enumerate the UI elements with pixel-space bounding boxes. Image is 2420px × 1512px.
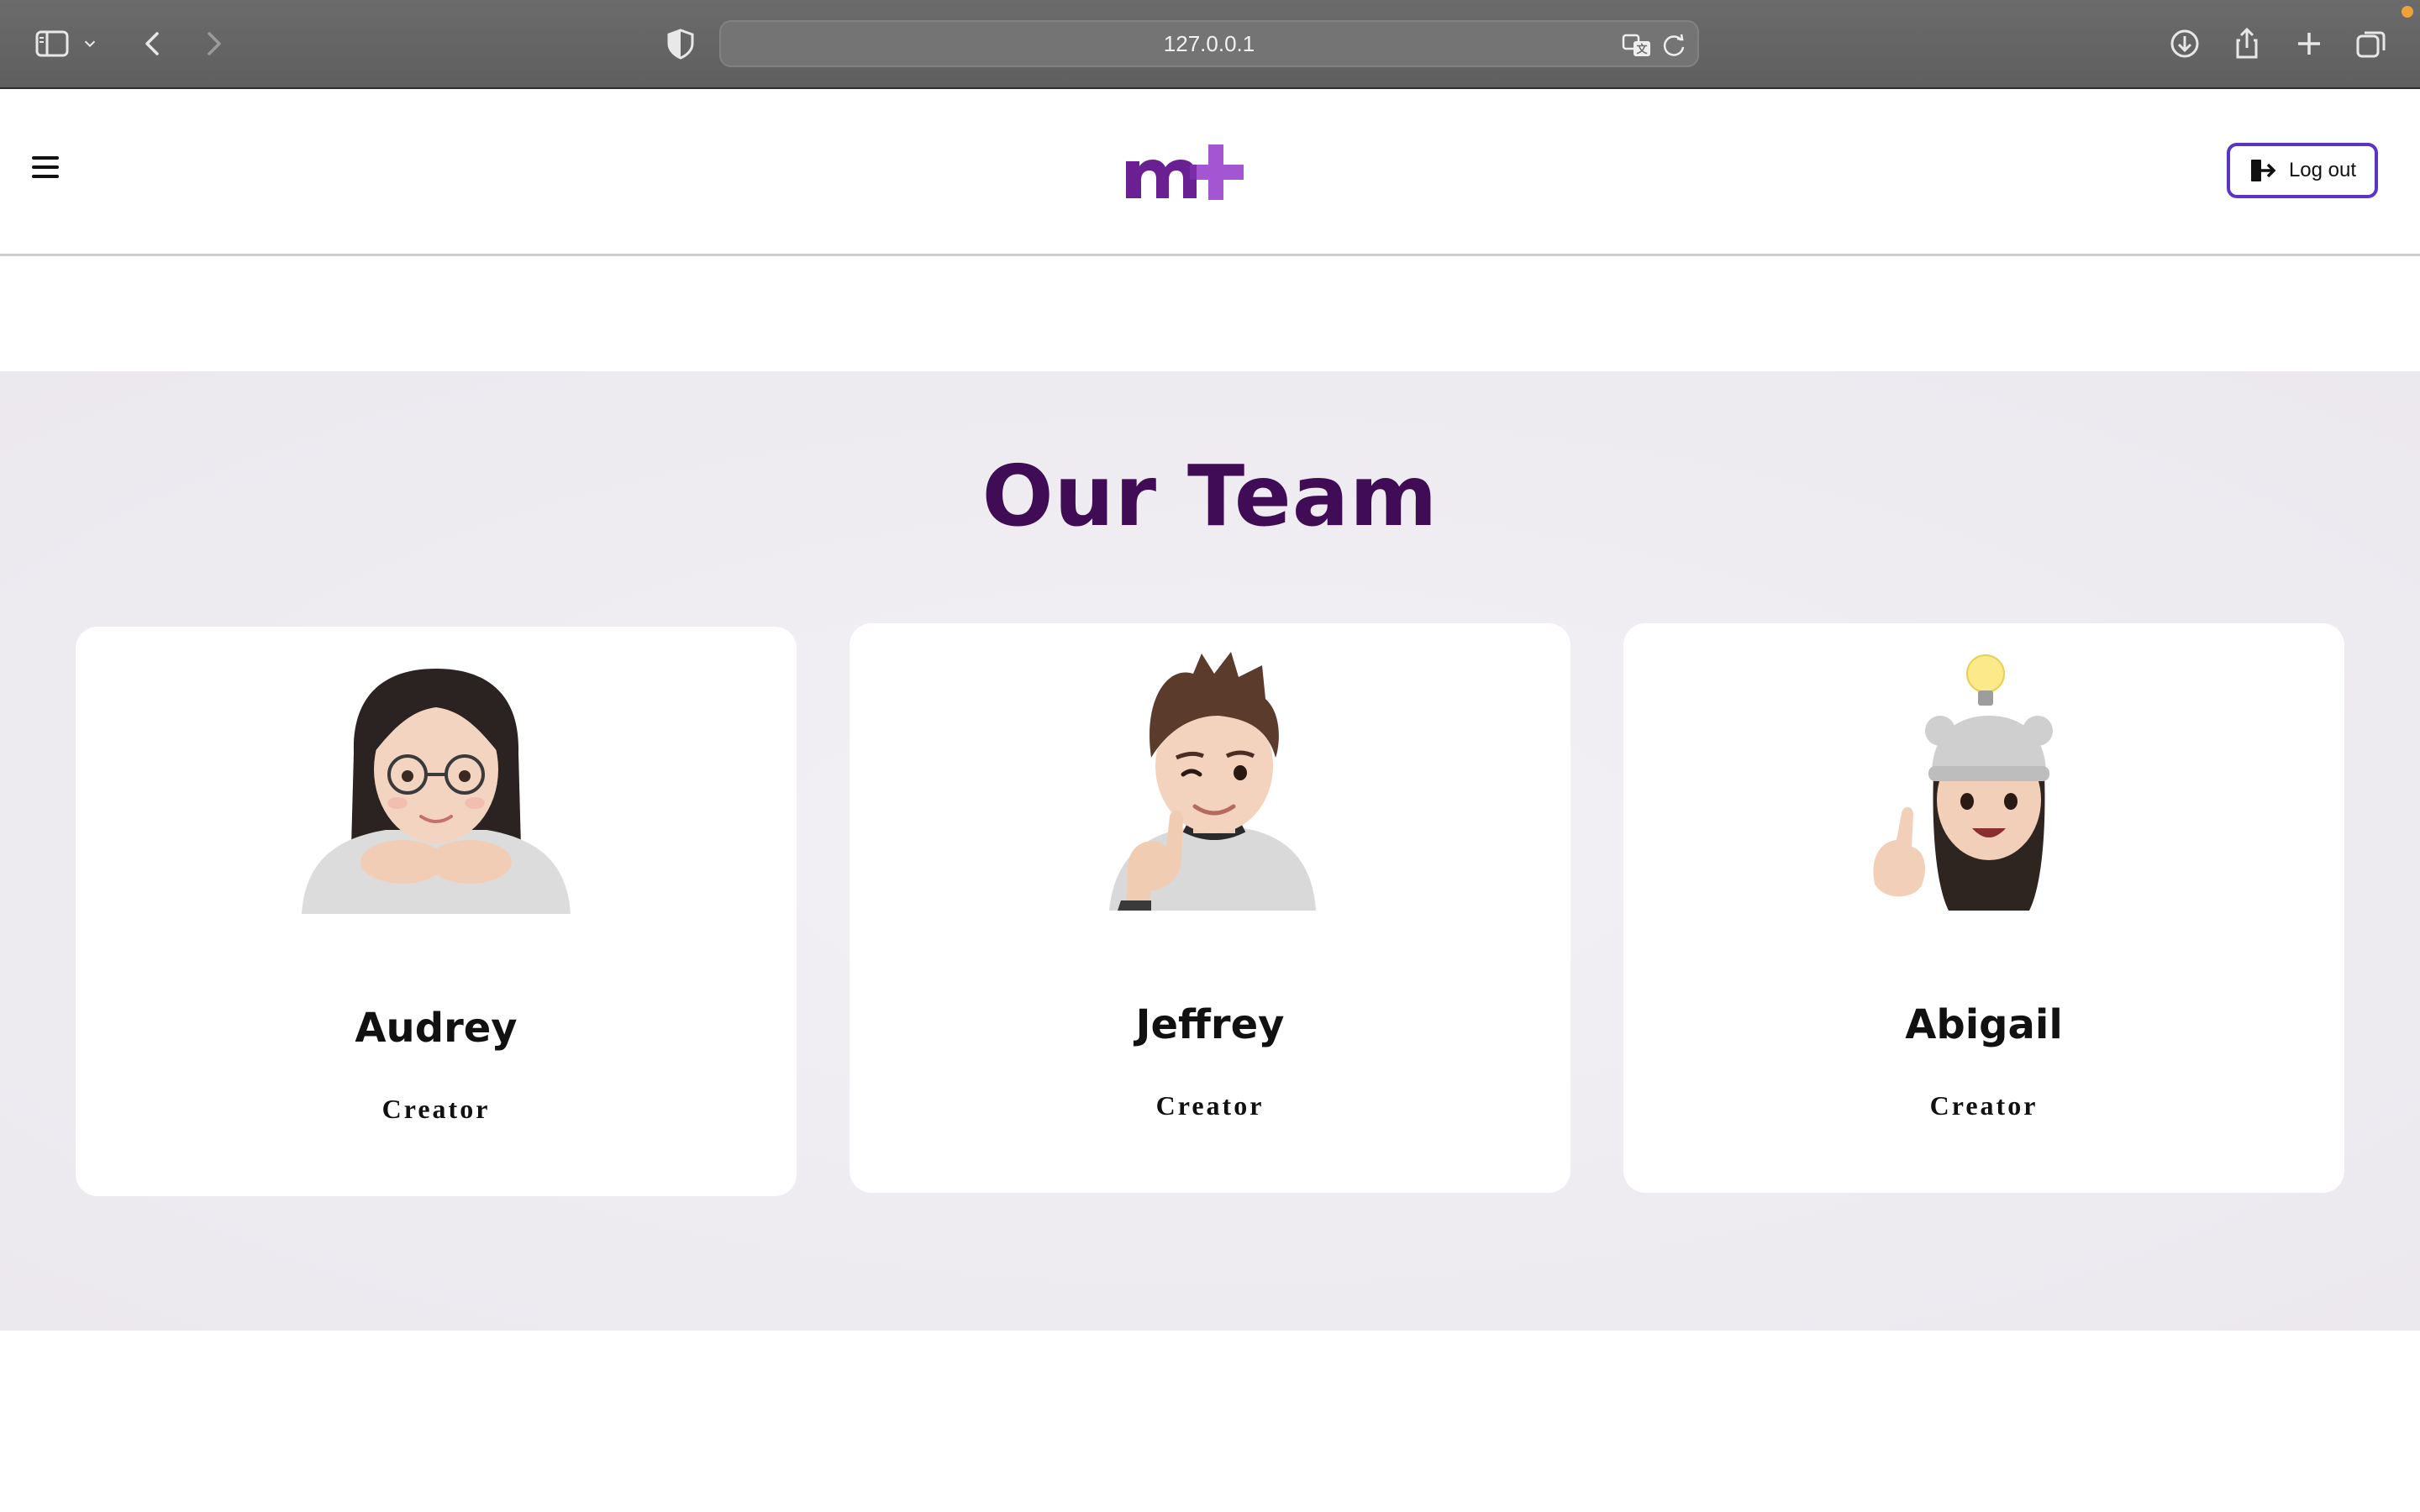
member-name: Jeffrey	[1135, 1001, 1285, 1048]
url-text[interactable]: 127.0.0.1	[721, 22, 1697, 66]
browser-toolbar: 127.0.0.1 文	[0, 0, 2420, 89]
avatar	[293, 652, 579, 914]
team-card: Jeffrey Creator	[850, 623, 1570, 1193]
back-icon[interactable]	[134, 25, 171, 62]
logo[interactable]	[1123, 139, 1249, 202]
address-bar[interactable]: 127.0.0.1 文	[719, 20, 1699, 67]
new-tab-icon[interactable]	[2291, 25, 2328, 62]
tab-overview-icon[interactable]	[2353, 25, 2390, 62]
reload-icon[interactable]	[1657, 29, 1691, 62]
avatar	[1067, 648, 1353, 911]
logout-icon	[2250, 160, 2276, 181]
download-icon[interactable]	[2166, 25, 2203, 62]
menu-icon[interactable]	[32, 156, 59, 181]
member-role: Creator	[1155, 1090, 1265, 1121]
shield-icon[interactable]	[662, 25, 699, 62]
member-role: Creator	[381, 1094, 491, 1124]
translate-icon[interactable]: 文	[1620, 29, 1654, 62]
member-role: Creator	[1929, 1090, 2039, 1121]
notification-dot	[2402, 6, 2413, 18]
svg-text:文: 文	[1636, 43, 1648, 56]
share-icon[interactable]	[2228, 25, 2265, 62]
sidebar-icon[interactable]	[34, 25, 71, 62]
team-card: Abigail Creator	[1623, 623, 2344, 1193]
member-name: Abigail	[1905, 1001, 2063, 1048]
avatar	[1841, 648, 2127, 911]
section-title: Our Team	[981, 447, 1439, 545]
logout-button[interactable]: Log out	[2227, 143, 2378, 198]
logout-label: Log out	[2288, 159, 2357, 181]
member-name: Audrey	[355, 1005, 518, 1052]
team-card: Audrey Creator	[76, 627, 797, 1196]
team-section: Our Team Audrey Creator Jeffrey Creator …	[0, 371, 2420, 1331]
chevron-down-icon[interactable]	[77, 25, 103, 62]
site-header: Log out	[0, 89, 2420, 256]
forward-icon[interactable]	[195, 25, 232, 62]
